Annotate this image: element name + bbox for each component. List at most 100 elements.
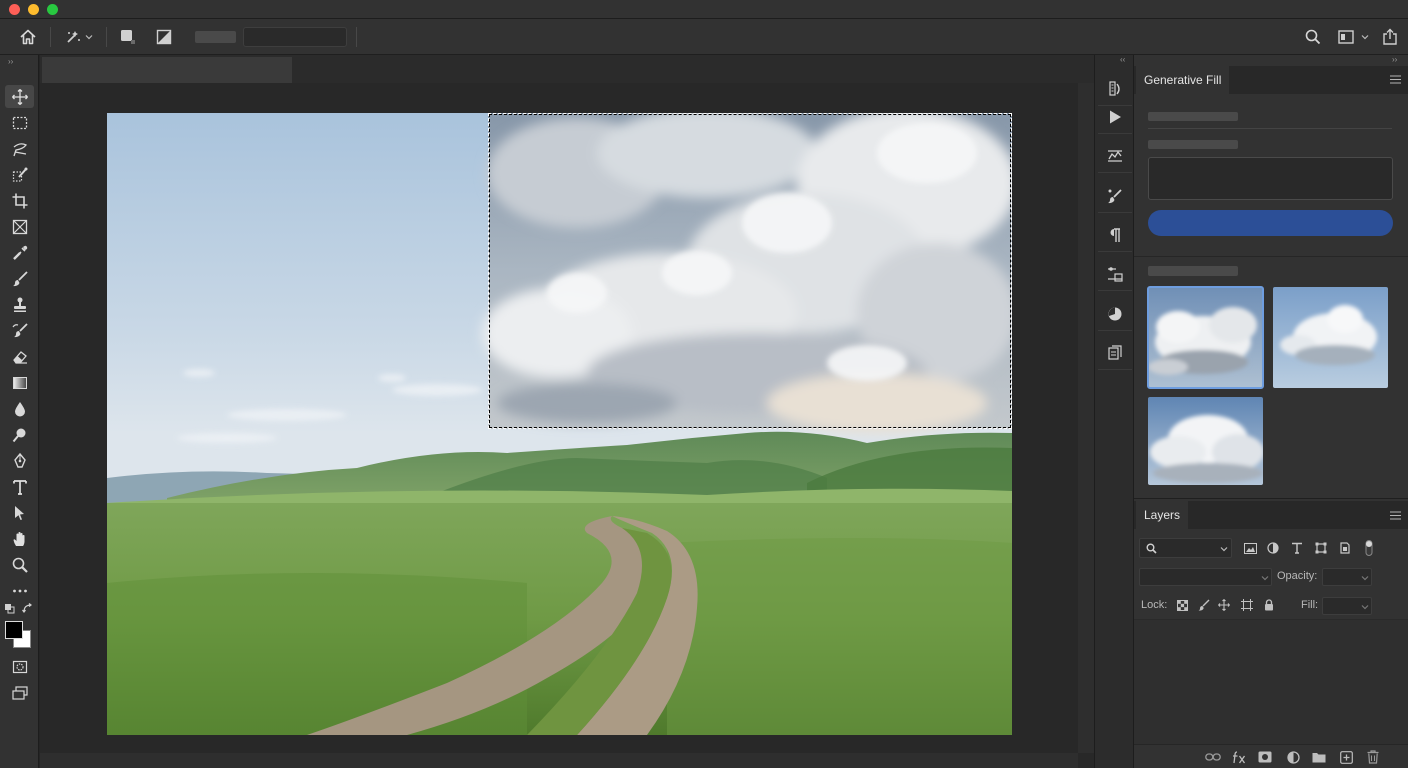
fill-field[interactable] <box>1322 597 1372 615</box>
hand-tool-button[interactable] <box>5 527 34 550</box>
zoom-icon <box>12 557 28 573</box>
new-layer-icon[interactable] <box>1337 748 1355 766</box>
crop-tool-button[interactable] <box>5 189 34 212</box>
minimize-window-button[interactable] <box>28 4 39 15</box>
eyedropper-tool-button[interactable] <box>5 241 34 264</box>
lock-transparent-icon[interactable] <box>1174 597 1190 613</box>
invert-button[interactable] <box>151 25 177 49</box>
layers-tab[interactable]: Layers <box>1136 501 1189 529</box>
object-select-tool-button[interactable] <box>5 163 34 186</box>
variation-thumbnail-1[interactable] <box>1147 286 1264 389</box>
vertical-scrollbar[interactable] <box>1078 83 1094 753</box>
marquee-tool-button[interactable] <box>5 111 34 134</box>
layer-filter-dropdown[interactable] <box>1139 538 1232 558</box>
frame-tool-button[interactable] <box>5 215 34 238</box>
frame-icon <box>12 219 27 234</box>
collapse-dock-icon[interactable]: ›› <box>1392 55 1397 64</box>
option-field[interactable] <box>243 27 347 47</box>
layers-list[interactable] <box>1134 620 1408 744</box>
share-button[interactable] <box>1378 25 1402 49</box>
type-tool-button[interactable] <box>5 475 34 498</box>
libraries-panel-button[interactable] <box>1098 336 1132 370</box>
lock-position-icon[interactable] <box>1216 597 1232 613</box>
opacity-field[interactable] <box>1322 568 1372 586</box>
gradient-tool-button[interactable] <box>5 371 34 394</box>
pen-icon <box>13 452 26 468</box>
new-adjustment-layer-icon[interactable] <box>1284 748 1302 766</box>
swap-colors-icon[interactable] <box>22 603 34 615</box>
pen-tool-button[interactable] <box>5 449 34 472</box>
delete-layer-icon[interactable] <box>1364 748 1382 766</box>
close-window-button[interactable] <box>9 4 20 15</box>
home-button[interactable] <box>14 25 42 49</box>
generative-fill-tabbar: Generative Fill <box>1134 66 1408 94</box>
image-canvas[interactable] <box>107 113 1012 735</box>
zoom-window-button[interactable] <box>47 4 58 15</box>
filter-pixel-icon[interactable] <box>1242 540 1258 556</box>
brush-tool-button[interactable] <box>5 267 34 290</box>
filter-toggle-icon[interactable] <box>1361 539 1377 557</box>
lock-artboard-icon[interactable] <box>1239 597 1255 613</box>
zoom-tool-button[interactable] <box>5 553 34 576</box>
more-tools-button[interactable] <box>5 579 34 602</box>
eraser-tool-button[interactable] <box>5 345 34 368</box>
history-brush-tool-button[interactable] <box>5 319 34 342</box>
tools-panel: ›› <box>0 55 39 768</box>
layer-effects-icon[interactable] <box>1230 748 1248 766</box>
workspace-button[interactable] <box>1333 25 1373 49</box>
generative-fill-tab[interactable]: Generative Fill <box>1136 66 1230 94</box>
stamp-tool-button[interactable] <box>5 293 34 316</box>
home-icon <box>20 29 36 45</box>
horizontal-scrollbar[interactable] <box>40 753 1078 768</box>
variation-thumbnail-2[interactable] <box>1273 287 1388 388</box>
lock-all-icon[interactable] <box>1261 597 1277 613</box>
layers-menu-icon[interactable] <box>1390 511 1401 520</box>
filter-smart-object-icon[interactable] <box>1337 540 1353 556</box>
shape-mode-button[interactable] <box>114 25 140 49</box>
collapse-toolbar-icon[interactable]: ›› <box>8 57 13 66</box>
play-icon <box>1110 110 1121 123</box>
prompt-input[interactable] <box>1148 157 1393 200</box>
collapse-strip-icon[interactable]: ‹‹ <box>1120 55 1125 64</box>
dodge-tool-button[interactable] <box>5 423 34 446</box>
generate-button[interactable] <box>1148 210 1393 236</box>
paragraph-icon <box>1110 227 1120 242</box>
document-tab[interactable] <box>42 57 292 83</box>
search-button[interactable] <box>1300 25 1326 49</box>
actions-panel-button[interactable] <box>1098 100 1132 134</box>
link-layers-icon[interactable] <box>1204 749 1222 765</box>
tool-preset-button[interactable] <box>58 25 98 49</box>
filter-shape-icon[interactable] <box>1313 540 1329 556</box>
default-colors-icon[interactable] <box>4 603 16 615</box>
lock-label: Lock: <box>1141 599 1168 611</box>
blend-mode-dropdown[interactable] <box>1139 568 1272 586</box>
lock-pixels-icon[interactable] <box>1196 597 1212 613</box>
foreground-color-swatch[interactable] <box>5 621 23 639</box>
quick-mask-button[interactable] <box>5 655 34 678</box>
filter-adjustment-icon[interactable] <box>1265 540 1281 556</box>
lasso-tool-button[interactable] <box>5 137 34 160</box>
chevron-down-icon <box>1361 605 1369 610</box>
properties-panel-button[interactable] <box>1098 257 1132 291</box>
adjustments-panel-button[interactable] <box>1098 139 1132 173</box>
dodge-icon <box>12 428 25 442</box>
new-group-icon[interactable] <box>1310 748 1328 766</box>
filter-type-icon[interactable] <box>1289 540 1305 556</box>
chevron-down-icon <box>1261 576 1269 581</box>
brushes-panel-button[interactable] <box>1098 179 1132 213</box>
gf-prompt-label-placeholder <box>1148 140 1238 149</box>
screen-mode-icon <box>11 685 28 700</box>
right-panel-dock: ›› Generative Fill Layers Opacity: Lock:… <box>1134 55 1408 768</box>
brush-icon <box>12 270 28 286</box>
blur-tool-button[interactable] <box>5 397 34 420</box>
path-select-tool-button[interactable] <box>5 501 34 524</box>
variation-thumbnail-3[interactable] <box>1148 397 1263 485</box>
add-mask-icon[interactable] <box>1256 748 1274 766</box>
move-tool-button[interactable] <box>5 85 34 108</box>
paragraph-panel-button[interactable] <box>1098 218 1132 252</box>
color-panel-button[interactable] <box>1098 297 1132 331</box>
screen-mode-button[interactable] <box>5 681 34 704</box>
eyedropper-icon <box>12 245 27 260</box>
panel-menu-icon[interactable] <box>1390 75 1401 84</box>
landscape-image <box>107 113 1012 735</box>
